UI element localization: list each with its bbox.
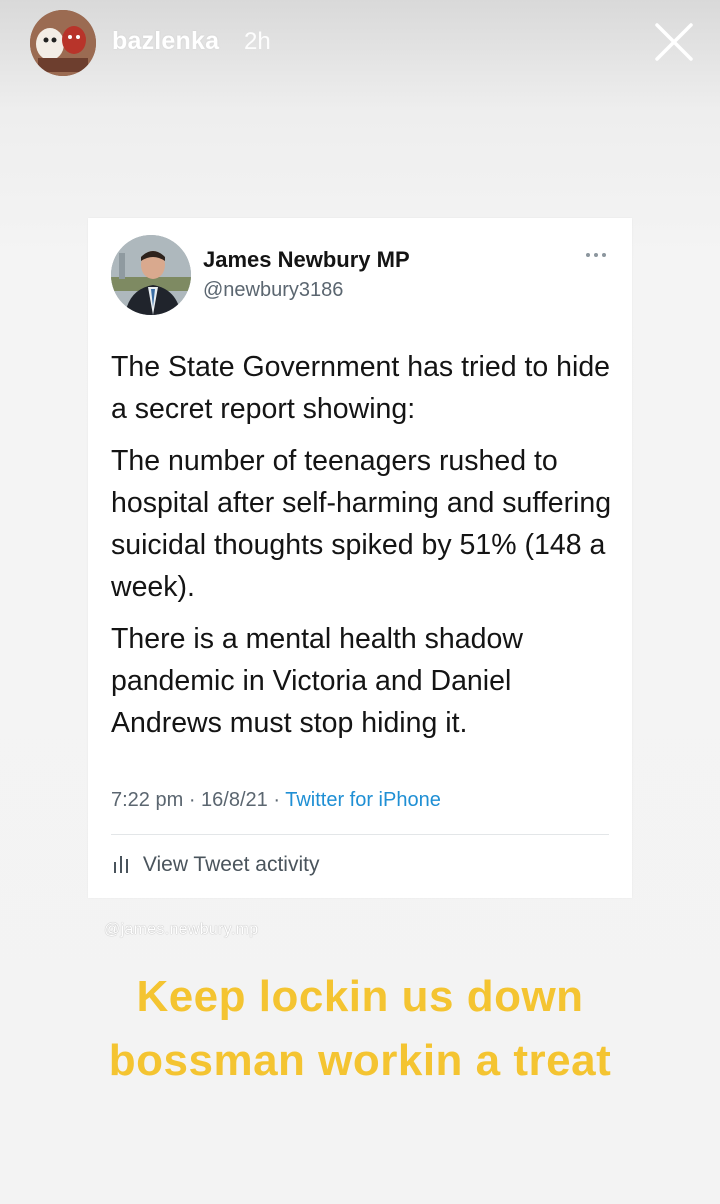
story-viewer[interactable]: bazlenka 2h James Newbury MP @newbury318… bbox=[0, 0, 720, 1204]
meta-separator: · bbox=[273, 789, 286, 811]
view-tweet-activity-button[interactable]: View Tweet activity bbox=[113, 853, 319, 879]
close-icon[interactable] bbox=[653, 21, 695, 63]
tweet-paragraph: There is a mental health shadow pandemic… bbox=[111, 623, 523, 739]
tweet-author-avatar bbox=[111, 235, 191, 315]
tweet-text: The State Government has tried to hide a… bbox=[111, 346, 621, 754]
meta-separator: · bbox=[188, 789, 202, 811]
tweet-card: James Newbury MP @newbury3186 The State … bbox=[88, 218, 632, 898]
tweet-paragraph: The State Government has tried to hide a… bbox=[111, 351, 611, 425]
mention-sticker[interactable]: @james.newbury.mp bbox=[104, 921, 258, 939]
tweet-paragraph: The number of teenagers rushed to hospit… bbox=[111, 445, 612, 603]
view-tweet-activity-label: View Tweet activity bbox=[142, 853, 320, 876]
story-timestamp: 2h bbox=[244, 28, 271, 55]
story-caption: Keep lockin us down bossman workin a tre… bbox=[108, 972, 612, 1085]
tweet-date: 16/8/21 bbox=[201, 789, 268, 811]
user-avatar[interactable] bbox=[30, 10, 96, 76]
story-username[interactable]: bazlenka bbox=[112, 27, 219, 56]
tweet-author-name: James Newbury MP bbox=[203, 247, 410, 272]
tweet-time: 7:22 pm bbox=[111, 789, 184, 811]
tweet-meta: 7:22 pm · 16/8/21 · Twitter for iPhone bbox=[111, 789, 441, 812]
tweet-source-link[interactable]: Twitter for iPhone bbox=[285, 789, 441, 811]
more-options-icon[interactable] bbox=[582, 248, 610, 262]
bar-chart-icon bbox=[113, 853, 129, 879]
tweet-author-handle: @newbury3186 bbox=[203, 279, 344, 301]
story-header: bazlenka 2h bbox=[0, 0, 720, 90]
divider bbox=[111, 834, 609, 835]
